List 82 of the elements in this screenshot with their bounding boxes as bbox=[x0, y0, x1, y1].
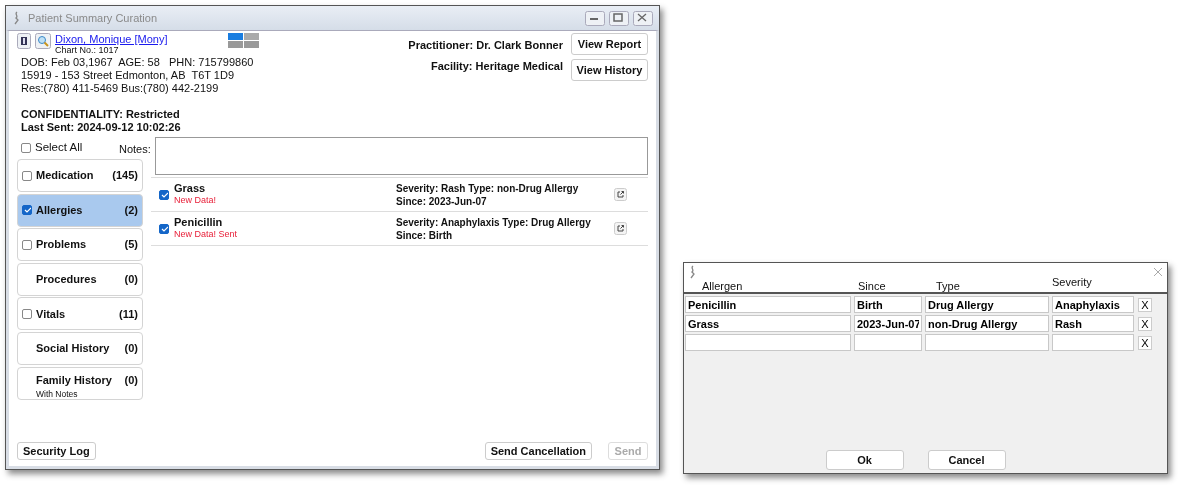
category-tab[interactable]: Family History With Notes (0) bbox=[17, 366, 143, 400]
input-field[interactable]: Anaphylaxis bbox=[1052, 296, 1134, 313]
practitioner-label: Practitioner: Dr. Clark Bonner bbox=[408, 38, 563, 53]
category-label: Medication bbox=[36, 168, 95, 184]
allergy-detail: Severity: Anaphylaxis Type: Drug Allergy bbox=[396, 215, 592, 229]
column-header: Severity bbox=[1052, 276, 1093, 290]
category-label: Procedures bbox=[36, 272, 98, 288]
last-sent-date: Last Sent: 2024-09-12 10:02:26 bbox=[21, 121, 182, 134]
remove-button[interactable]: X bbox=[1138, 297, 1152, 312]
column-header: Allergen bbox=[701, 280, 744, 292]
category-count: (0) bbox=[124, 341, 138, 357]
dialog-button[interactable]: Cancel bbox=[927, 450, 1006, 470]
category-label: Vitals bbox=[36, 306, 67, 322]
notes-field[interactable] bbox=[154, 137, 648, 175]
allergy-detail: Severity: Rash Type: non-Drug Allergy bbox=[396, 181, 580, 195]
external-link-icon[interactable] bbox=[614, 188, 627, 201]
category-count: (0) bbox=[124, 372, 138, 388]
remove-button[interactable]: X bbox=[1138, 335, 1152, 350]
window-title: Patient Summary Curation bbox=[28, 10, 158, 26]
category-count: (2) bbox=[124, 202, 138, 218]
category-label: Family History bbox=[36, 372, 113, 388]
external-link-icon[interactable] bbox=[614, 222, 627, 235]
checkbox[interactable] bbox=[159, 223, 169, 234]
dob-line: DOB: Feb 03,1967 AGE: 58 PHN: 715799860 bbox=[21, 56, 255, 69]
category-label: Problems bbox=[36, 237, 88, 253]
input-field[interactable]: Grass bbox=[685, 315, 851, 332]
since-date: Since: 2023-Jun-07 bbox=[396, 194, 488, 208]
category-count: (5) bbox=[124, 237, 138, 253]
status-label: New Data! Sent bbox=[174, 227, 239, 241]
close-icon[interactable] bbox=[1153, 266, 1163, 277]
allergen-name: Penicillin bbox=[174, 215, 224, 228]
checkbox[interactable] bbox=[21, 143, 31, 153]
view-button[interactable]: View Report bbox=[571, 33, 648, 55]
view-button[interactable]: View History bbox=[571, 59, 648, 81]
input-field[interactable] bbox=[925, 334, 1049, 351]
close-button[interactable] bbox=[633, 10, 653, 26]
category-checkbox[interactable] bbox=[22, 205, 32, 216]
category-tab[interactable]: Social History (0) bbox=[17, 331, 143, 365]
phone-numbers: Res:(780) 411-5469 Bus:(780) 442-2199 bbox=[21, 82, 220, 95]
patient-name-link[interactable]: Dixon, Monique [Mony] bbox=[55, 33, 168, 45]
category-count: (11) bbox=[119, 306, 138, 322]
category-count: (145) bbox=[112, 168, 138, 184]
column-header: Since bbox=[857, 280, 887, 292]
select-all-label: Select All bbox=[35, 140, 83, 156]
notes-label: Notes: bbox=[119, 142, 151, 157]
chart-number: Chart No.: 1017 bbox=[55, 45, 120, 56]
category-label: Social History bbox=[36, 341, 111, 357]
input-field[interactable]: Birth bbox=[854, 296, 922, 313]
confidentiality-label: CONFIDENTIALITY: Restricted bbox=[21, 108, 181, 121]
category-tab[interactable]: Vitals (11) bbox=[17, 297, 143, 331]
category-label: Allergies bbox=[36, 202, 84, 218]
category-count: (0) bbox=[124, 272, 138, 288]
category-checkbox[interactable] bbox=[22, 308, 32, 319]
input-field[interactable]: Penicillin bbox=[685, 296, 851, 313]
category-note: With Notes bbox=[36, 388, 79, 401]
input-field[interactable] bbox=[1052, 334, 1134, 351]
layout-icon[interactable] bbox=[227, 33, 260, 49]
footer-button[interactable]: Security Log bbox=[17, 442, 96, 460]
category-tab[interactable]: Medication (145) bbox=[17, 159, 143, 192]
maximize-button[interactable] bbox=[609, 10, 629, 26]
dialog-button[interactable]: Ok bbox=[825, 450, 904, 470]
category-tab[interactable]: Allergies (2) bbox=[17, 193, 143, 227]
category-tab[interactable]: Problems (5) bbox=[17, 228, 143, 262]
input-field[interactable] bbox=[685, 334, 851, 351]
input-field[interactable]: Rash bbox=[1052, 315, 1134, 332]
since-date: Since: Birth bbox=[396, 228, 454, 242]
category-checkbox[interactable] bbox=[22, 170, 32, 181]
checkbox[interactable] bbox=[159, 189, 169, 200]
category-checkbox[interactable] bbox=[22, 239, 32, 250]
remove-button[interactable]: X bbox=[1138, 316, 1152, 331]
column-header: Type bbox=[935, 280, 961, 292]
sidebar-toggle-icon[interactable] bbox=[17, 33, 31, 49]
input-field[interactable]: Drug Allergy bbox=[925, 296, 1049, 313]
minimize-button[interactable] bbox=[585, 10, 605, 26]
input-field[interactable] bbox=[854, 334, 922, 351]
category-tab[interactable]: Procedures (0) bbox=[17, 262, 143, 296]
footer-button[interactable]: Send Cancellation bbox=[484, 442, 592, 460]
status-label: New Data! bbox=[174, 193, 218, 207]
address: 15919 - 153 Street Edmonton, AB T6T 1D9 bbox=[21, 69, 235, 82]
allergen-name: Grass bbox=[174, 181, 207, 194]
input-field[interactable]: non-Drug Allergy bbox=[925, 315, 1049, 332]
facility-label: Facility: Heritage Medical bbox=[429, 59, 563, 74]
